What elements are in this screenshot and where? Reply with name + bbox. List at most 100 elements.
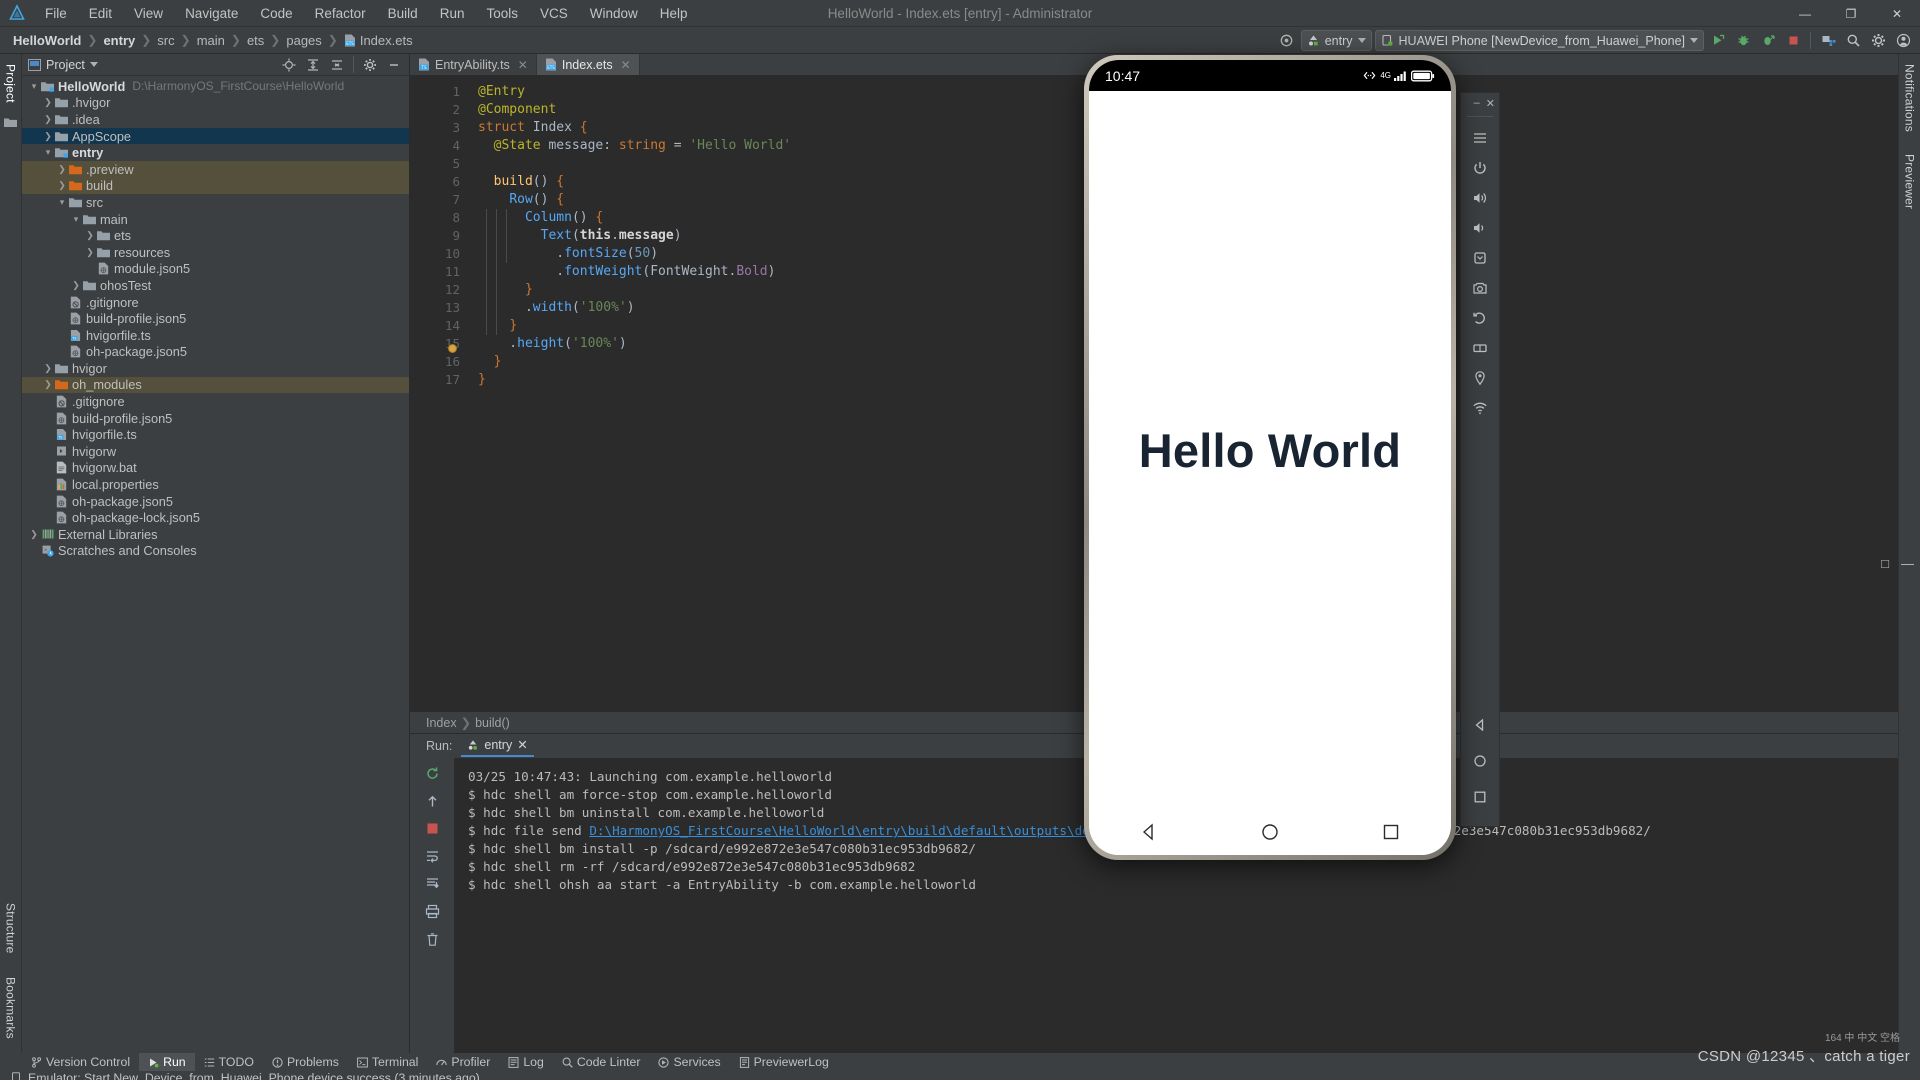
breadcrumb-ets[interactable]: ets [242, 32, 269, 49]
fold-device-icon[interactable] [1465, 333, 1495, 363]
tree-node-build[interactable]: ❯ build [22, 177, 409, 195]
scroll-end-icon[interactable] [425, 876, 440, 891]
wifi-icon[interactable] [1465, 393, 1495, 423]
run-configuration-selector[interactable]: entry [1300, 30, 1372, 51]
tree-node-resources[interactable]: ❯ resources [22, 244, 409, 261]
tree-node-build-profile-json5[interactable]: build-profile.json5 [22, 310, 409, 327]
menu-item-edit[interactable]: Edit [78, 3, 123, 24]
chevron-right-icon[interactable]: ❯ [42, 363, 54, 374]
close-icon[interactable]: ✕ [621, 58, 631, 72]
chevron-right-icon[interactable]: ❯ [42, 97, 54, 108]
device-manager-icon[interactable] [1817, 30, 1839, 52]
sidebar-item-structure[interactable]: Structure [4, 897, 18, 960]
menu-item-vcs[interactable]: VCS [529, 3, 579, 24]
device-selector[interactable]: HUAWEI Phone [NewDevice_from_Huawei_Phon… [1374, 30, 1704, 51]
window-maximize-button[interactable]: ❐ [1828, 0, 1874, 27]
trash-icon[interactable] [425, 932, 440, 947]
floating-minimize-button[interactable]: — [1901, 556, 1914, 571]
sidebar-item-bookmarks[interactable]: Bookmarks [4, 971, 18, 1045]
tree-node-preview[interactable]: ❯ .preview [22, 160, 409, 178]
nav-home-button[interactable] [1259, 821, 1281, 843]
project-file-tree[interactable]: ▾ HelloWorld D:\HarmonyOS_FirstCourse\Hell… [22, 76, 409, 1053]
tree-node-module-json5[interactable]: module.json5 [22, 261, 409, 278]
emulator-window[interactable]: 10:47 4G Hello World [1084, 55, 1456, 860]
breadcrumb-entry[interactable]: entry [98, 32, 140, 49]
location-pin-icon[interactable] [1465, 363, 1495, 393]
menu-item-tools[interactable]: Tools [475, 3, 529, 24]
chevron-right-icon[interactable]: ❯ [84, 230, 96, 241]
editor-gutter[interactable]: 1 2 3 4 5 6 7 8 9 10 11 12 13 14 15 16 1 [410, 76, 468, 711]
menu-item-window[interactable]: Window [579, 3, 649, 24]
status-tab-profiler[interactable]: Profiler [427, 1053, 499, 1071]
tree-node-local-properties[interactable]: local.properties [22, 476, 409, 493]
status-tab-code-linter[interactable]: Code Linter [553, 1053, 650, 1071]
window-controls[interactable]: — ❐ ✕ [1782, 0, 1920, 27]
floating-restore-button[interactable]: □ [1881, 556, 1889, 571]
status-tab-version-control[interactable]: Version Control [22, 1053, 139, 1071]
menu-item-view[interactable]: View [123, 3, 174, 24]
breadcrumb[interactable]: HelloWorld ❯ entry ❯ src ❯ main ❯ ets ❯ … [8, 32, 418, 49]
tree-node-hvigorw-bat[interactable]: hvigorw.bat [22, 460, 409, 477]
status-tab-strip[interactable]: Version Control Run TODO Problems Terminal Pr… [0, 1053, 1920, 1071]
chevron-down-icon[interactable]: ▾ [42, 147, 54, 158]
previewer-window-controls[interactable]: – ✕ [1472, 97, 1499, 110]
tree-node-src[interactable]: ▾ src [22, 194, 409, 211]
breadcrumb-index[interactable]: Index [426, 716, 457, 730]
tree-node-main[interactable]: ▾ main [22, 211, 409, 228]
phone-screen[interactable]: 10:47 4G Hello World [1089, 60, 1451, 855]
previewer-close-button[interactable]: ✕ [1484, 97, 1497, 110]
rerun-icon[interactable] [425, 766, 440, 781]
tree-node-oh-package-json5[interactable]: oh-package.json5 [22, 493, 409, 510]
rotate-right-icon[interactable] [1465, 303, 1495, 333]
arrow-up-icon[interactable] [425, 794, 440, 809]
menu-item-file[interactable]: File [34, 3, 78, 24]
account-avatar-icon[interactable] [1892, 30, 1914, 52]
tree-node-hvigor[interactable]: ❯ .hvigor [22, 95, 409, 112]
status-tab-terminal[interactable]: Terminal [348, 1053, 427, 1071]
tree-node-hvigor[interactable]: ❯ hvigor [22, 360, 409, 377]
gear-icon[interactable] [359, 54, 381, 76]
menu-item-help[interactable]: Help [649, 3, 699, 24]
run-tab-entry[interactable]: entry ✕ [461, 735, 534, 757]
expand-all-icon[interactable] [302, 54, 324, 76]
chevron-right-icon[interactable]: ❯ [28, 529, 40, 540]
status-tab-log[interactable]: Log [499, 1053, 553, 1071]
status-tab-run[interactable]: Run [139, 1053, 195, 1071]
tree-node-idea[interactable]: ❯ .idea [22, 111, 409, 128]
tree-node-helloworld[interactable]: ▾ HelloWorld D:\HarmonyOS_FirstCourse\Hell… [22, 78, 409, 95]
search-icon[interactable] [1842, 30, 1864, 52]
menu-item-build[interactable]: Build [377, 3, 429, 24]
volume-up-icon[interactable] [1465, 183, 1495, 213]
warning-bulb-icon[interactable] [448, 344, 457, 353]
collapse-all-icon[interactable] [326, 54, 348, 76]
nav-back-button[interactable] [1138, 821, 1160, 843]
menu-item-run[interactable]: Run [429, 3, 476, 24]
tree-node-entry[interactable]: ▾ entry [22, 144, 409, 161]
close-icon[interactable]: ✕ [517, 737, 527, 752]
tree-node-scratches-and-consoles[interactable]: >_ Scratches and Consoles [22, 543, 409, 560]
window-close-button[interactable]: ✕ [1874, 0, 1920, 27]
sidebar-item-project[interactable]: Project [4, 58, 18, 109]
chevron-right-icon[interactable]: ❯ [42, 114, 54, 125]
chevron-right-icon[interactable]: ❯ [42, 131, 54, 142]
project-dropdown-icon[interactable] [89, 62, 98, 67]
soft-wrap-icon[interactable] [425, 848, 440, 863]
volume-down-icon[interactable] [1465, 213, 1495, 243]
floating-window-controls[interactable]: □ — [1881, 556, 1914, 571]
tree-node-gitignore[interactable]: .gitignore [22, 393, 409, 410]
menu-item-code[interactable]: Code [249, 3, 303, 24]
breadcrumb-build[interactable]: build() [475, 716, 510, 730]
editor-tab-entryability[interactable]: TS EntryAbility.ts ✕ [410, 54, 537, 75]
nav-recents-button[interactable] [1380, 821, 1402, 843]
triangle-back-icon[interactable] [1465, 710, 1495, 740]
square-recents-icon[interactable] [1465, 782, 1495, 812]
tree-node-appscope[interactable]: ❯ AppScope [22, 127, 409, 145]
gear-icon[interactable] [1867, 30, 1889, 52]
minimize-icon[interactable] [383, 54, 405, 76]
tree-node-oh-package-lock-json5[interactable]: oh-package-lock.json5 [22, 509, 409, 526]
close-icon[interactable]: ✕ [518, 58, 528, 72]
folder-icon[interactable] [4, 117, 17, 128]
menu-item-navigate[interactable]: Navigate [174, 3, 249, 24]
run-arrow-icon[interactable] [1707, 30, 1729, 52]
tree-node-hvigorfile-ts[interactable]: TS hvigorfile.ts [22, 426, 409, 443]
